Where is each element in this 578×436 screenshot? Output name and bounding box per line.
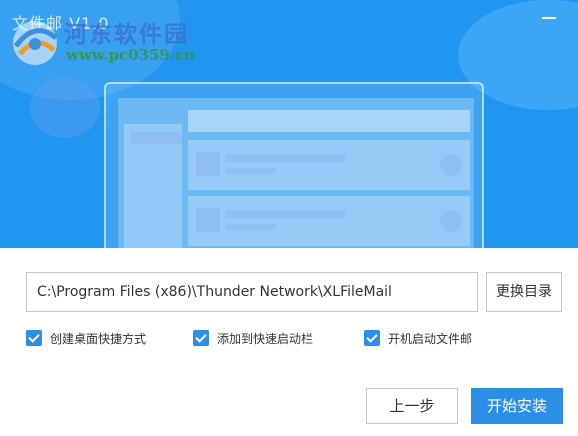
illustration-screen	[118, 98, 474, 248]
option-quick-launch[interactable]: 添加到快速启动栏	[193, 329, 313, 347]
change-directory-button[interactable]: 更换目录	[486, 272, 562, 312]
install-path-input[interactable]: C:\Program Files (x86)\Thunder Network\X…	[26, 272, 478, 312]
previous-step-button[interactable]: 上一步	[366, 388, 458, 424]
illustration-sidebar-item	[130, 132, 182, 144]
illustration-row	[188, 140, 470, 190]
watermark-site-name: 河东软件园	[64, 21, 189, 48]
option-label: 添加到快速启动栏	[217, 331, 314, 346]
watermark-logo-icon	[13, 21, 58, 65]
option-label: 开机启动文件邮	[388, 331, 473, 346]
header-banner: 文件邮 V1.0 河东软件园 www.pc0359.cn	[0, 0, 578, 248]
watermark-url: www.pc0359.cn	[66, 46, 196, 64]
option-desktop-shortcut[interactable]: 创建桌面快捷方式	[26, 329, 146, 347]
monitor-illustration	[104, 82, 484, 248]
illustration-sidebar	[124, 124, 182, 248]
decor-circle	[30, 78, 100, 138]
start-install-button[interactable]: 开始安装	[471, 388, 563, 424]
minimize-dash-icon[interactable]	[538, 8, 560, 28]
checkmark-icon[interactable]	[193, 330, 209, 346]
illustration-row	[188, 196, 470, 246]
checkmark-icon[interactable]	[364, 330, 380, 346]
option-start-on-boot[interactable]: 开机启动文件邮	[364, 329, 472, 347]
checkmark-icon[interactable]	[26, 330, 42, 346]
option-label: 创建桌面快捷方式	[50, 331, 147, 346]
illustration-header	[188, 110, 470, 132]
